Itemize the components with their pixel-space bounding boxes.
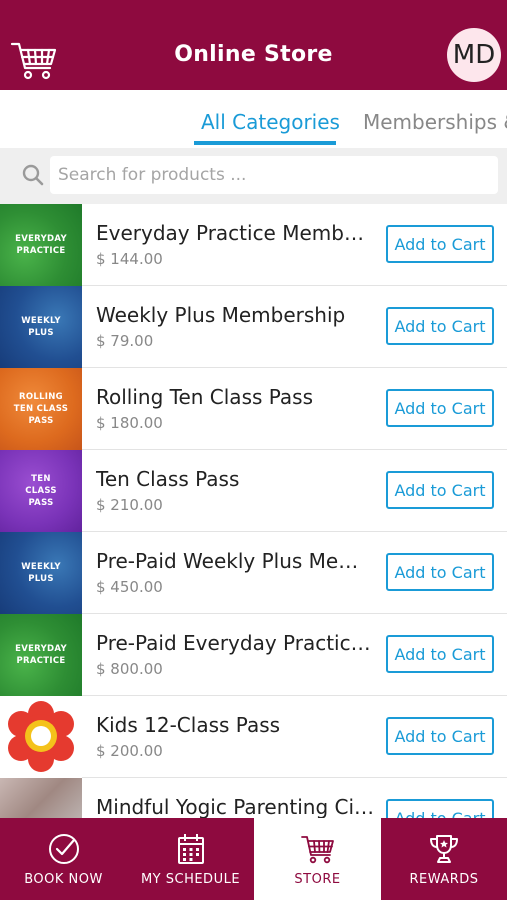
active-tab-indicator (194, 141, 336, 145)
product-thumbnail (0, 778, 82, 818)
product-name: Pre-Paid Everyday Practice ... (96, 631, 376, 655)
product-thumbnail: WEEKLY PLUS (0, 286, 82, 368)
thumbnail-text: EVERYDAY PRACTICE (15, 644, 67, 666)
app-header: Online Store MD (0, 28, 507, 90)
product-price: $ 200.00 (96, 742, 163, 760)
product-row[interactable]: Mindful Yogic Parenting Circ... Add to C… (0, 778, 507, 818)
product-name: Ten Class Pass (96, 467, 240, 491)
product-name: Rolling Ten Class Pass (96, 385, 314, 409)
search-bar (0, 148, 507, 204)
product-row[interactable]: WEEKLY PLUS Weekly Plus Membership $ 79.… (0, 286, 507, 368)
product-thumbnail: WEEKLY PLUS (0, 532, 82, 614)
nav-rewards[interactable]: REWARDS (381, 818, 507, 900)
add-to-cart-button[interactable]: Add to Cart (386, 225, 494, 263)
calendar-icon (177, 834, 204, 864)
thumbnail-text: WEEKLY PLUS (21, 316, 61, 338)
avatar[interactable]: MD (447, 28, 501, 82)
product-thumbnail: TEN CLASS PASS (0, 450, 82, 532)
tab-memberships[interactable]: Memberships & (363, 110, 507, 134)
product-row[interactable]: EVERYDAY PRACTICE Everyday Practice Memb… (0, 204, 507, 286)
product-row[interactable]: EVERYDAY PRACTICE Pre-Paid Everyday Prac… (0, 614, 507, 696)
product-price: $ 180.00 (96, 414, 163, 432)
product-thumbnail: ROLLING TEN CLASS PASS (0, 368, 82, 450)
thumbnail-text: TEN CLASS PASS (25, 474, 57, 508)
product-price: $ 210.00 (96, 496, 163, 514)
thumbnail-text: WEEKLY PLUS (21, 562, 61, 584)
category-tabs: All Categories Memberships & (0, 90, 507, 148)
nav-label: MY SCHEDULE (140, 872, 241, 887)
add-to-cart-button[interactable]: Add to Cart (386, 553, 494, 591)
tab-all-categories[interactable]: All Categories (201, 110, 340, 134)
add-to-cart-button[interactable]: Add to Cart (386, 717, 494, 755)
product-price: $ 450.00 (96, 578, 163, 596)
check-circle-icon (48, 834, 79, 864)
search-icon (22, 164, 44, 186)
add-to-cart-button[interactable]: Add to Cart (386, 389, 494, 427)
page-title: Online Store (174, 42, 333, 67)
product-name: Weekly Plus Membership (96, 303, 346, 327)
product-thumbnail: EVERYDAY PRACTICE (0, 614, 82, 696)
product-thumbnail: EVERYDAY PRACTICE (0, 204, 82, 286)
product-row[interactable]: Kids 12-Class Pass $ 200.00 Add to Cart (0, 696, 507, 778)
product-price: $ 79.00 (96, 332, 154, 350)
product-name: Everyday Practice Members... (96, 221, 376, 245)
product-thumbnail (0, 696, 82, 778)
product-list[interactable]: EVERYDAY PRACTICE Everyday Practice Memb… (0, 204, 507, 818)
bottom-navigation: BOOK NOW MY SCHEDULE STORE REWARDS (0, 818, 507, 900)
product-price: $ 144.00 (96, 250, 163, 268)
nav-my-schedule[interactable]: MY SCHEDULE (127, 818, 254, 900)
product-row[interactable]: TEN CLASS PASS Ten Class Pass $ 210.00 A… (0, 450, 507, 532)
search-input[interactable] (50, 156, 498, 194)
add-to-cart-button[interactable]: Add to Cart (386, 799, 494, 818)
nav-book-now[interactable]: BOOK NOW (0, 818, 127, 900)
nav-label: STORE (294, 872, 341, 887)
product-row[interactable]: WEEKLY PLUS Pre-Paid Weekly Plus Memb...… (0, 532, 507, 614)
product-name: Pre-Paid Weekly Plus Memb... (96, 549, 376, 573)
nav-label: BOOK NOW (24, 872, 103, 887)
flower-icon (8, 701, 74, 772)
add-to-cart-button[interactable]: Add to Cart (386, 471, 494, 509)
add-to-cart-button[interactable]: Add to Cart (386, 635, 494, 673)
thumbnail-text: EVERYDAY PRACTICE (15, 234, 67, 256)
nav-label: REWARDS (409, 872, 479, 887)
product-name: Mindful Yogic Parenting Circ... (96, 795, 376, 818)
add-to-cart-button[interactable]: Add to Cart (386, 307, 494, 345)
product-price: $ 800.00 (96, 660, 163, 678)
status-bar (0, 0, 507, 28)
shopping-cart-icon (300, 836, 334, 864)
nav-store[interactable]: STORE (254, 818, 381, 900)
thumbnail-text: ROLLING TEN CLASS PASS (13, 392, 69, 426)
product-row[interactable]: ROLLING TEN CLASS PASS Rolling Ten Class… (0, 368, 507, 450)
trophy-icon (430, 835, 458, 863)
product-name: Kids 12-Class Pass (96, 713, 281, 737)
